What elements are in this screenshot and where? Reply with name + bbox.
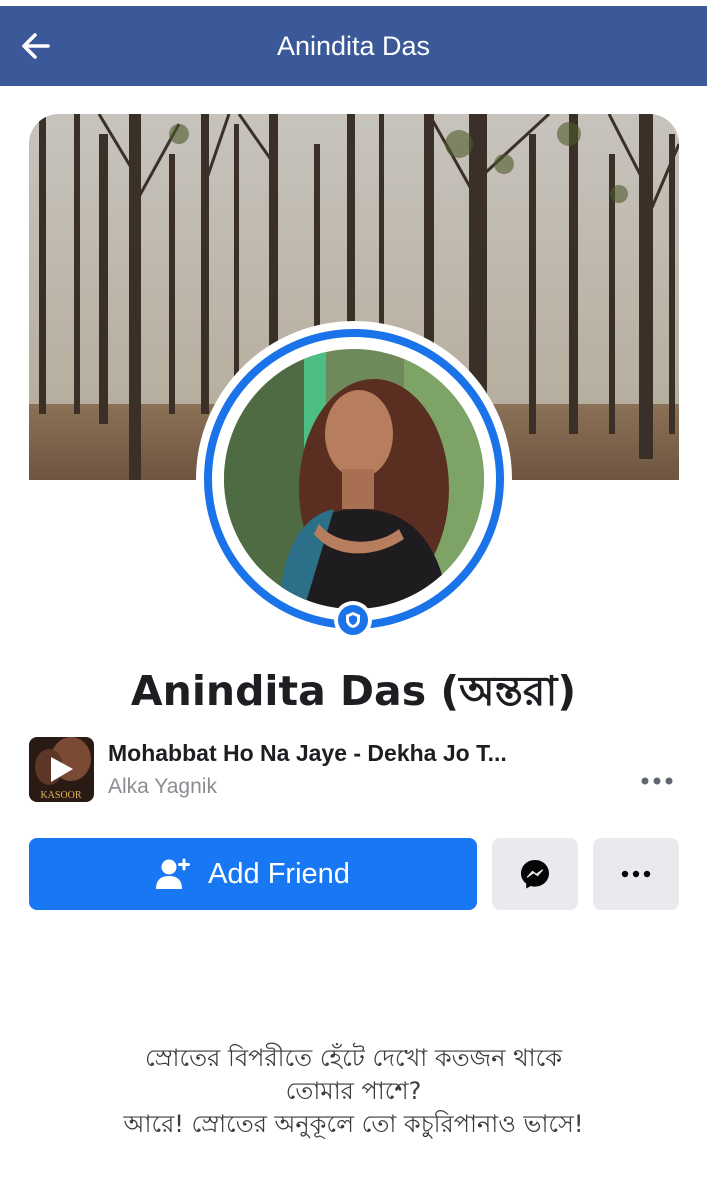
- more-options-button[interactable]: [593, 838, 679, 910]
- profile-picture[interactable]: [196, 321, 512, 637]
- more-dots-icon: [621, 870, 651, 878]
- bio-line: তোমার পাশে?: [285, 1077, 422, 1105]
- profile-guard-shield-icon: [334, 601, 372, 639]
- add-friend-button[interactable]: Add Friend: [29, 838, 477, 910]
- album-art-text: KASOOR: [40, 790, 81, 801]
- album-art[interactable]: KASOOR: [29, 737, 94, 802]
- bio-line: আরে! স্রোতের অনুকূলে তো কচুরিপানাও ভাসে!: [123, 1110, 584, 1138]
- profile-name: Anindita Das (অন্তরা): [130, 667, 577, 715]
- header-title: Anindita Das: [276, 31, 431, 61]
- more-dots-icon[interactable]: [637, 766, 677, 796]
- song-artist: Alka Yagnik: [108, 775, 217, 798]
- avatar-ring: [204, 329, 504, 629]
- app-header: Anindita Das: [0, 6, 707, 86]
- add-person-icon: [156, 858, 191, 889]
- bio-line: স্রোতের বিপরীতে হেঁটে দেখো কতজন থাকে: [144, 1044, 563, 1072]
- song-title[interactable]: Mohabbat Ho Na Jaye - Dekha Jo T...: [108, 740, 568, 767]
- avatar-photo: [224, 349, 484, 609]
- add-friend-label: Add Friend: [208, 857, 350, 890]
- bio-text: স্রোতের বিপরীতে হেঁটে দেখো কতজন থাকে তোম…: [0, 1042, 707, 1141]
- messenger-icon: [521, 860, 549, 889]
- messenger-button[interactable]: [492, 838, 578, 910]
